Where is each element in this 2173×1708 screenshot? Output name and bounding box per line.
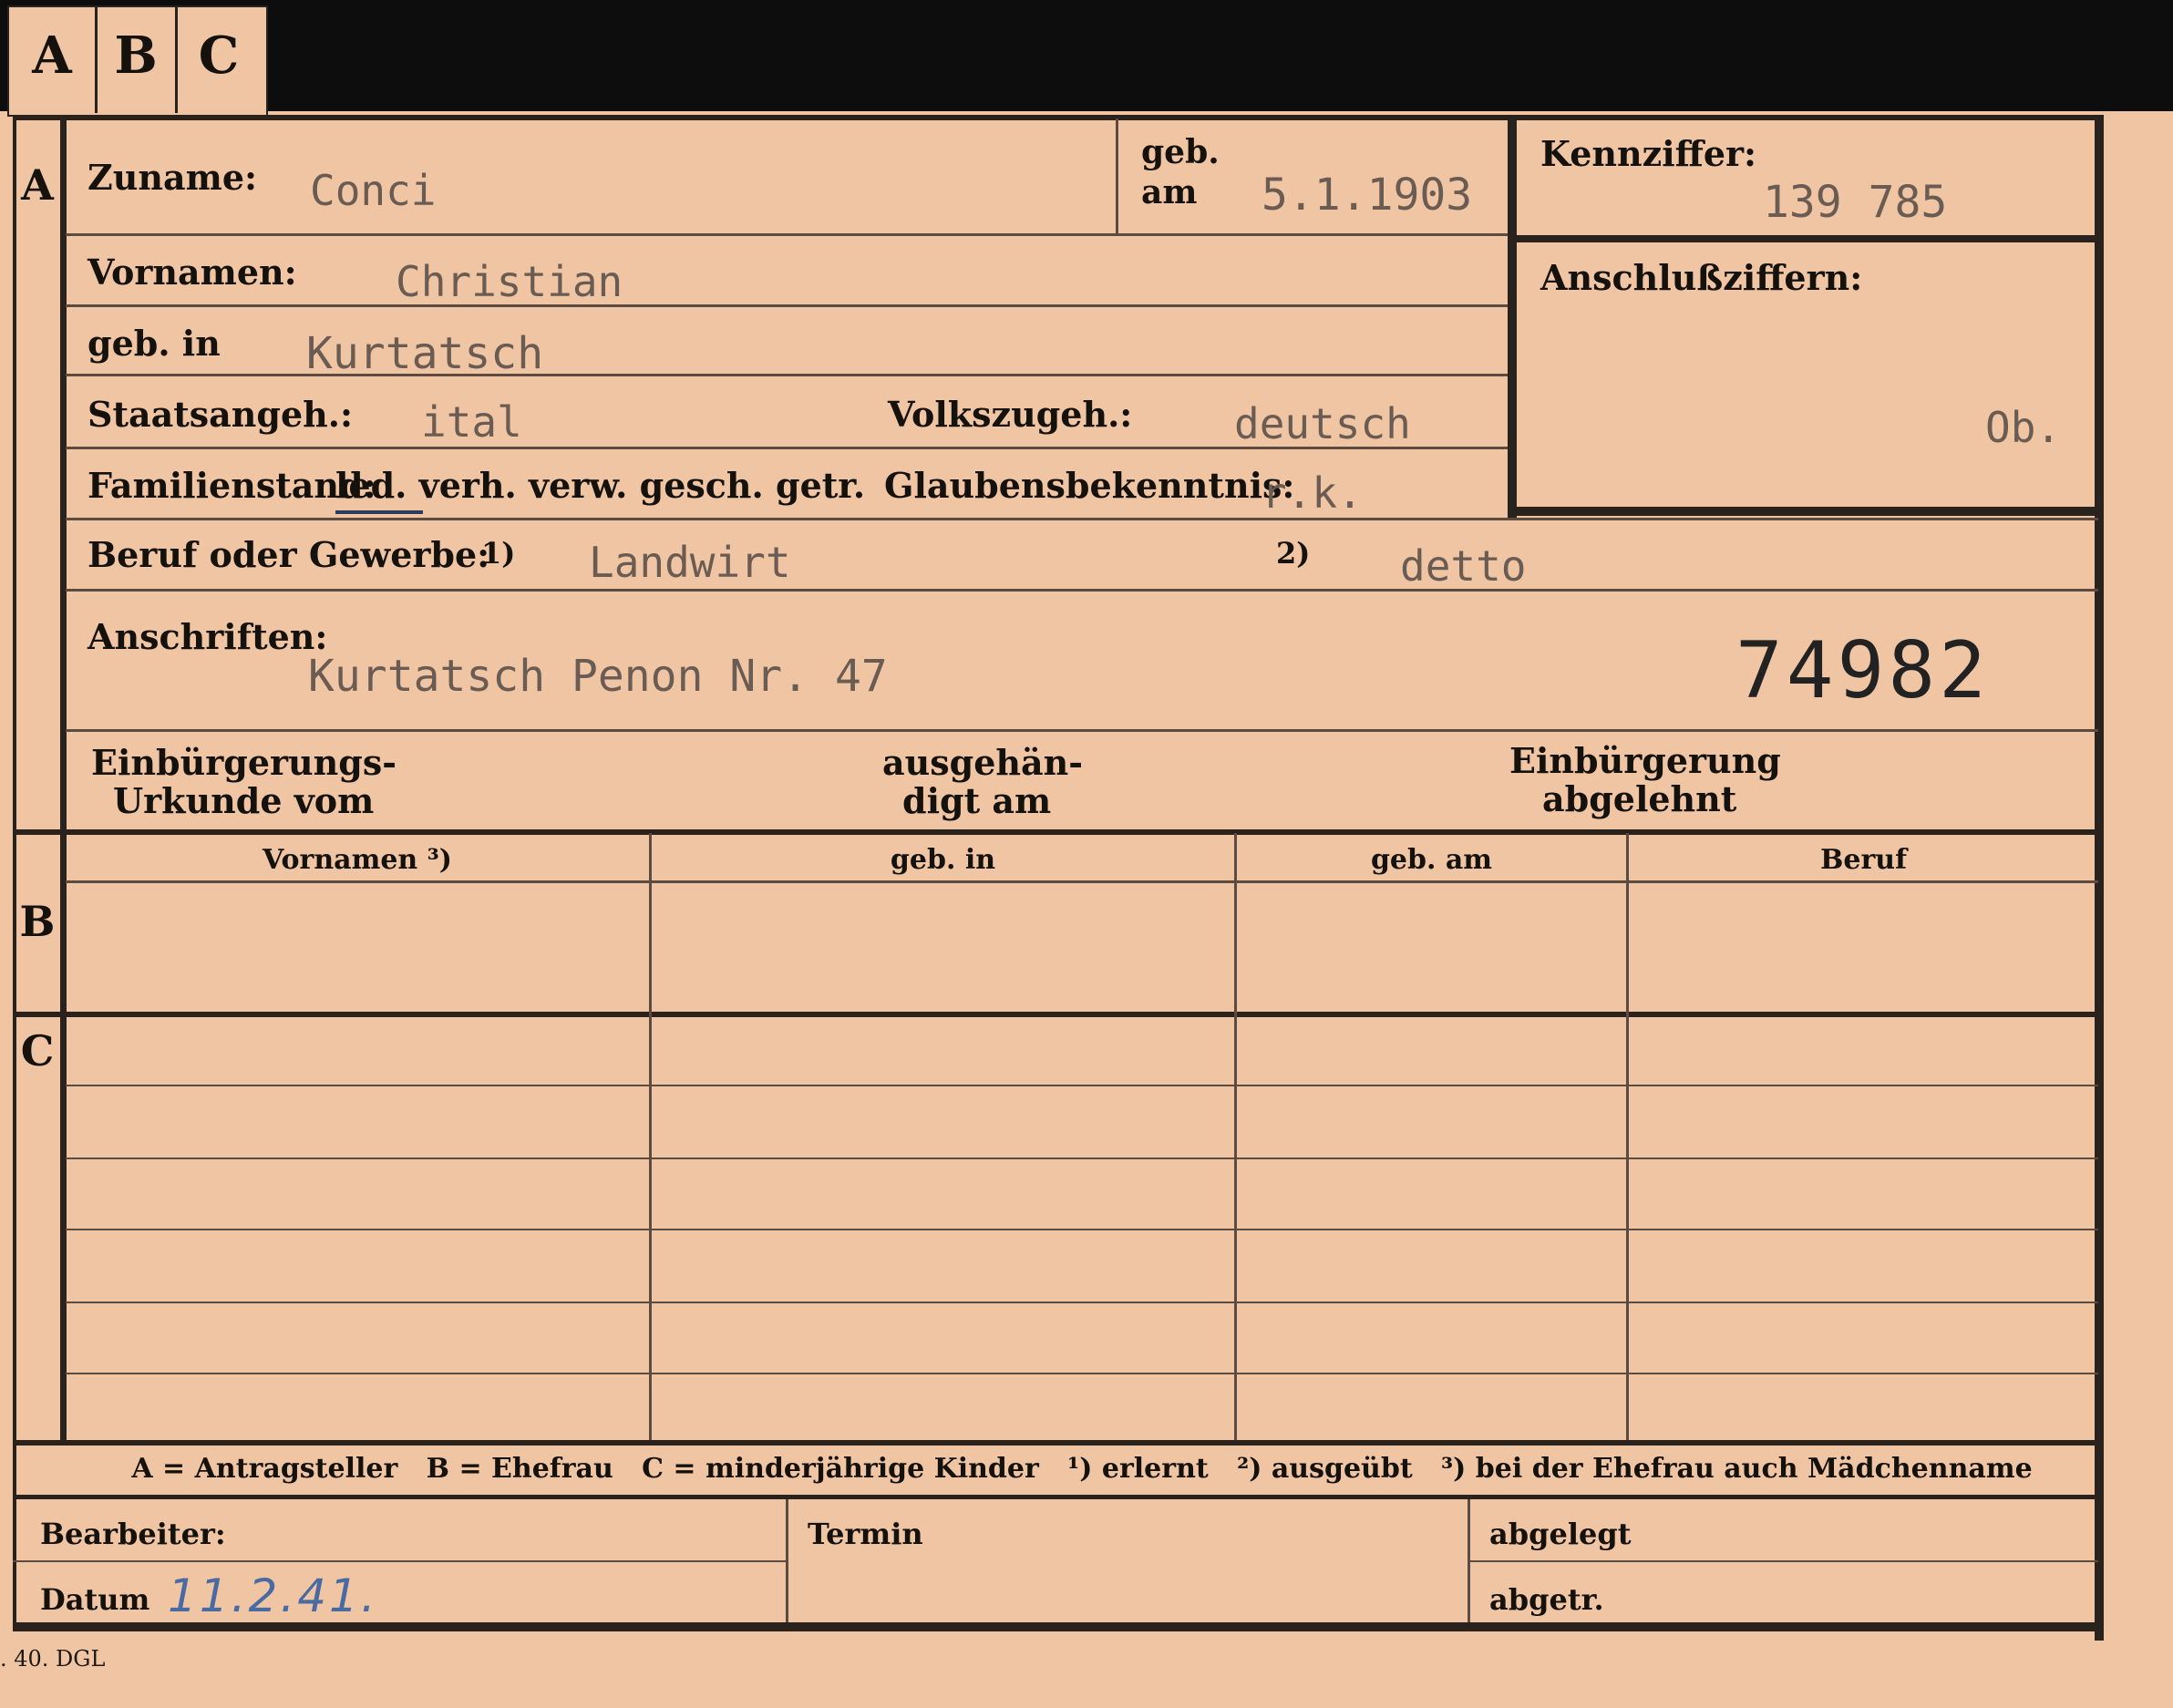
gebin-value[interactable]: Kurtatsch xyxy=(306,328,543,379)
anschluss-label: Anschlußziffern: xyxy=(1540,257,1863,298)
kennziffer-value[interactable]: 139 785 xyxy=(1763,177,1947,228)
staats-value[interactable]: ital xyxy=(421,397,522,447)
glaubens-label: Glaubensbekenntnis: xyxy=(884,465,1295,506)
am-label: am xyxy=(1141,173,1198,211)
datum-label: Datum xyxy=(40,1582,150,1617)
beruf-value-2[interactable]: detto xyxy=(1400,541,1526,591)
frame-left xyxy=(13,115,16,1622)
vornamen-label: Vornamen: xyxy=(88,252,297,293)
beruf-label: Beruf oder Gewerbe: xyxy=(88,534,490,575)
table-header-geb-am: geb. am xyxy=(1370,844,1493,876)
section-letter-b: B xyxy=(19,897,56,946)
abgetr-label: abgetr. xyxy=(1489,1582,1604,1617)
termin-label: Termin xyxy=(808,1517,923,1551)
anschluss-value[interactable]: Ob. xyxy=(1985,403,2061,452)
staats-label: Staatsangeh.: xyxy=(88,394,354,435)
table-header-vornamen: Vornamen ³) xyxy=(262,844,452,876)
tab-c[interactable]: C xyxy=(177,26,261,86)
einb-urkunde-line2: Urkunde vom xyxy=(113,780,375,821)
geb-label: geb. xyxy=(1141,133,1220,171)
volks-label: Volkszugeh.: xyxy=(888,394,1133,435)
zuname-label: Zuname: xyxy=(88,157,258,198)
gebin-label: geb. in xyxy=(88,323,221,364)
stamp-number: 74982 xyxy=(1735,625,1990,716)
einb-urkunde-line1: Einbürgerungs- xyxy=(91,742,397,783)
tab-a[interactable]: A xyxy=(9,26,95,86)
familien-underline xyxy=(335,510,423,514)
legend: A = Antragsteller B = Ehefrau C = minder… xyxy=(131,1453,2033,1485)
ausgehaend-line2: digt am xyxy=(902,780,1052,821)
abgelegt-label: abgelegt xyxy=(1489,1517,1632,1551)
zuname-value[interactable]: Conci xyxy=(310,166,436,215)
beruf-mark-2: 2) xyxy=(1276,536,1311,571)
familien-label: Familienstand: xyxy=(88,465,376,506)
birth-date-value[interactable]: 5.1.1903 xyxy=(1262,170,1472,221)
print-code: . 40. DGL xyxy=(0,1646,106,1672)
anschriften-label: Anschriften: xyxy=(88,616,328,657)
frame-top xyxy=(13,115,2100,120)
volks-value[interactable]: deutsch xyxy=(1234,399,1411,448)
beruf-mark-1: 1) xyxy=(481,536,516,571)
kennziffer-label: Kennziffer: xyxy=(1540,133,1757,174)
anschriften-value[interactable]: Kurtatsch Penon Nr. 47 xyxy=(308,651,888,702)
einb-abgelehnt-line2: abgelehnt xyxy=(1542,778,1737,819)
section-divider-vertical xyxy=(60,118,67,1442)
familien-options: led. verh. verw. gesch. getr. xyxy=(335,465,866,506)
ausgehaend-line1: ausgehän- xyxy=(882,742,1084,783)
section-letter-c: C xyxy=(20,1026,55,1075)
vornamen-value[interactable]: Christian xyxy=(396,257,623,306)
glaubens-value[interactable]: r.k. xyxy=(1262,468,1363,518)
tab-b[interactable]: B xyxy=(97,26,175,86)
table-header-beruf: Beruf xyxy=(1820,844,1907,876)
table-header-geb-in: geb. in xyxy=(890,844,996,876)
beruf-value-1[interactable]: Landwirt xyxy=(589,538,791,587)
section-letter-a: A xyxy=(21,160,54,210)
datum-value[interactable]: 11.2.41. xyxy=(168,1569,378,1622)
einb-abgelehnt-line1: Einbürgerung xyxy=(1509,740,1781,781)
frame-right xyxy=(2095,115,2104,1641)
frame-bottom xyxy=(13,1622,2104,1631)
bearbeiter-label: Bearbeiter: xyxy=(40,1517,226,1551)
